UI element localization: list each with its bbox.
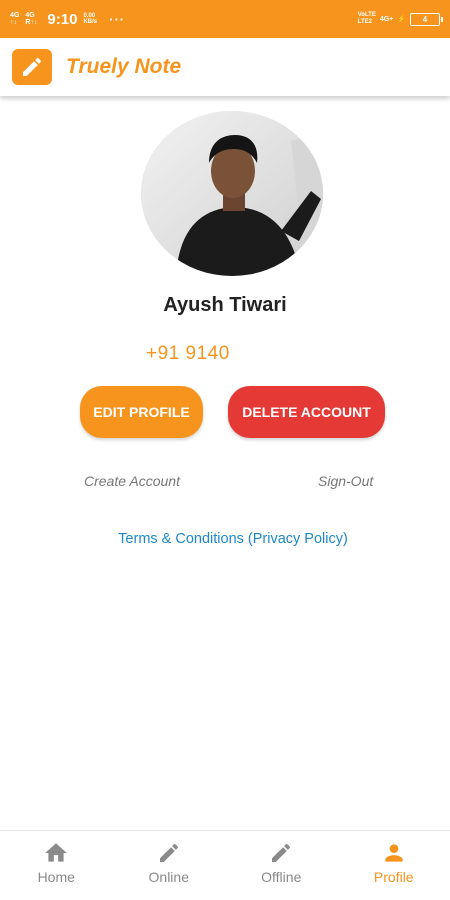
nav-home[interactable]: Home — [0, 831, 113, 900]
nav-profile[interactable]: Profile — [338, 831, 450, 900]
status-time: 9:10 — [47, 10, 78, 28]
volte-top: VoLTE — [357, 12, 376, 18]
profile-photo — [141, 111, 323, 276]
pencil-icon — [272, 843, 291, 862]
phone-number: +91 9140 — [146, 343, 230, 364]
delete-account-label: DELETE ACCOUNT — [242, 404, 371, 420]
edit-profile-button[interactable]: EDIT PROFILE — [80, 386, 203, 438]
sim2-type: 4G — [25, 12, 35, 19]
volte-bottom: LTE2 — [357, 19, 372, 25]
app-title: Truely Note — [66, 55, 182, 78]
nav-offline-label: Offline — [261, 869, 302, 885]
home-icon — [45, 843, 68, 862]
network-speed: 0.00 KB/s — [83, 13, 97, 25]
sign-out-link[interactable]: Sign-Out — [318, 473, 373, 489]
sim1-signal: 4G ↑↓ — [10, 12, 19, 26]
sim2-bars: R↑↓ — [25, 19, 38, 26]
nav-offline[interactable]: Offline — [225, 831, 338, 900]
delete-account-button[interactable]: DELETE ACCOUNT — [228, 386, 385, 438]
sim2-signal: 4G R↑↓ — [25, 12, 37, 26]
edit-profile-label: EDIT PROFILE — [93, 404, 190, 420]
nav-profile-label: Profile — [373, 869, 414, 885]
volte-indicator: VoLTE LTE2 — [358, 12, 376, 26]
user-name: Ayush Tiwari — [163, 294, 287, 316]
network-type: 4G+ — [379, 15, 394, 23]
app-bar: Truely Note — [0, 38, 450, 96]
profile-avatar[interactable] — [141, 111, 323, 276]
app-logo — [12, 49, 52, 85]
nav-home-label: Home — [37, 869, 75, 885]
nav-online[interactable]: Online — [113, 831, 226, 900]
status-bar: 4G ↑↓ 4G R↑↓ 9:10 0.00 KB/s ··· VoLTE LT… — [0, 0, 450, 38]
more-notifications-icon: ··· — [109, 11, 126, 27]
battery-icon: 4 — [410, 12, 443, 26]
sim1-bars: ↑↓ — [10, 19, 17, 26]
create-account-link[interactable]: Create Account — [84, 473, 180, 489]
terms-link[interactable]: Terms & Conditions (Privacy Policy) — [0, 531, 450, 547]
pencil-icon — [23, 57, 42, 76]
nav-online-label: Online — [148, 869, 189, 885]
pencil-icon — [159, 843, 178, 862]
speed-unit: KB/s — [83, 19, 98, 25]
bottom-nav: Home Online Offline Profile — [0, 830, 450, 900]
person-icon — [385, 844, 403, 862]
charging-icon: ⚡ — [397, 16, 406, 23]
sim1-type: 4G — [10, 12, 20, 19]
battery-level: 4 — [422, 14, 428, 24]
